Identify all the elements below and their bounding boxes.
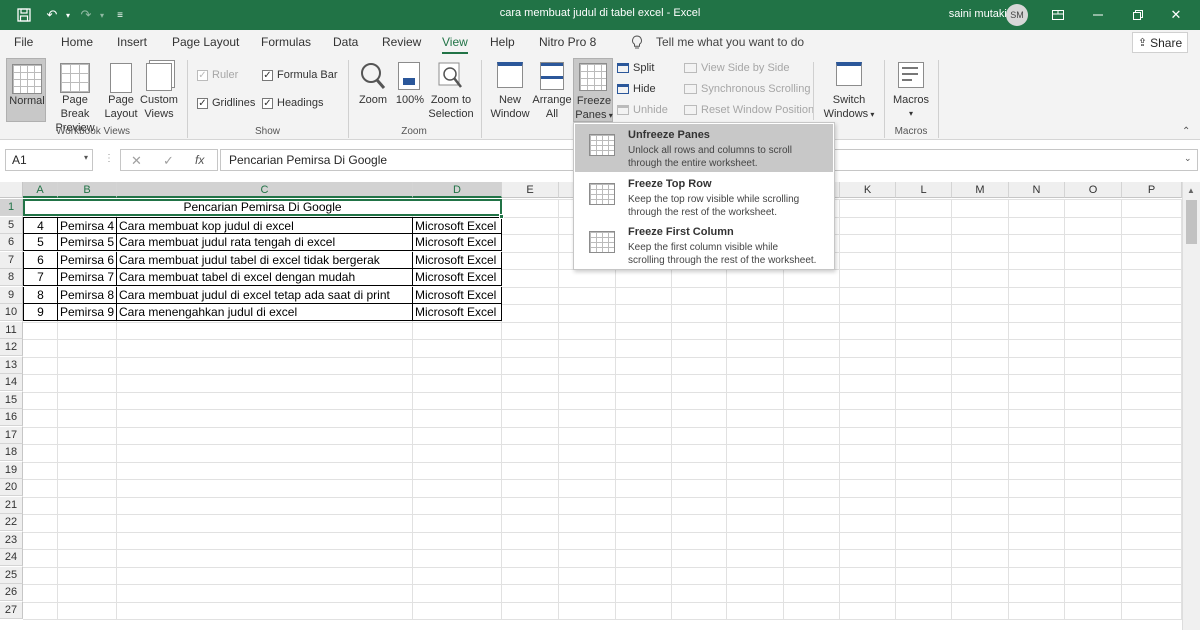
gridline-row [23, 619, 1182, 620]
gridline-col [1064, 199, 1065, 619]
column-header-b[interactable]: B [58, 182, 117, 198]
row-header-18[interactable]: 18 [0, 444, 23, 461]
fill-handle[interactable] [499, 214, 504, 219]
row-header-9[interactable]: 9 [0, 286, 23, 304]
table-cell-app[interactable]: Microsoft Excel [413, 216, 502, 234]
menu-item-desc-line1: Keep the top row visible while scrolling [628, 194, 800, 205]
table-cell-app[interactable]: Microsoft Excel [413, 304, 502, 321]
menu-item-title: Freeze Top Row [628, 178, 712, 190]
table-cell-no[interactable]: 9 [23, 304, 58, 321]
column-header-m[interactable]: M [952, 182, 1009, 198]
table-cell-no[interactable]: 6 [23, 251, 58, 269]
table-cell-viewer[interactable]: Pemirsa 8 [58, 286, 117, 304]
table-cell-viewer[interactable]: Pemirsa 4 [58, 216, 117, 234]
row-header-6[interactable]: 6 [0, 234, 23, 251]
menu-item-description: Keep the top row visible while scrolling… [628, 193, 828, 219]
column-header-k[interactable]: K [840, 182, 896, 198]
table-cell-query[interactable]: Cara membuat kop judul di excel [117, 216, 413, 234]
table-cell-app[interactable]: Microsoft Excel [413, 251, 502, 269]
row-header-21[interactable]: 21 [0, 496, 23, 514]
table-cell-query[interactable]: Cara menengahkan judul di excel [117, 304, 413, 321]
menu-item-desc-line2: through the entire worksheet. [628, 158, 758, 169]
menu-item-freeze-first-column[interactable]: Freeze First Column Keep the first colum… [575, 221, 833, 269]
column-header-l[interactable]: L [896, 182, 952, 198]
menu-item-unfreeze-panes[interactable]: Unfreeze Panes Unlock all rows and colum… [575, 124, 833, 172]
gridline-col [895, 199, 896, 619]
row-header-14[interactable]: 14 [0, 374, 23, 391]
worksheet-grid[interactable]: ABCDEFGHIJKLMNOP156789101112131415161718… [0, 0, 1200, 630]
table-cell-app[interactable]: Microsoft Excel [413, 269, 502, 286]
row-header-8[interactable]: 8 [0, 269, 23, 286]
row-header-24[interactable]: 24 [0, 549, 23, 566]
table-cell-viewer[interactable]: Pemirsa 6 [58, 251, 117, 269]
gridline-col [1008, 199, 1009, 619]
row-header-27[interactable]: 27 [0, 601, 23, 619]
column-header-p[interactable]: P [1122, 182, 1182, 198]
scrollbar-thumb[interactable] [1186, 200, 1197, 244]
gridline-col [1121, 199, 1122, 619]
vertical-scrollbar[interactable]: ▲ [1182, 182, 1200, 630]
table-cell-app[interactable]: Microsoft Excel [413, 286, 502, 304]
row-header-23[interactable]: 23 [0, 531, 23, 549]
table-cell-no[interactable]: 4 [23, 216, 58, 234]
freeze-top-row-icon [589, 183, 615, 205]
table-cell-query[interactable]: Cara membuat judul di excel tetap ada sa… [117, 286, 413, 304]
row-header-26[interactable]: 26 [0, 584, 23, 601]
row-header-17[interactable]: 17 [0, 426, 23, 444]
menu-item-title: Freeze First Column [628, 226, 734, 238]
column-header-a[interactable]: A [23, 182, 58, 198]
row-header-25[interactable]: 25 [0, 566, 23, 584]
row-header-10[interactable]: 10 [0, 304, 23, 321]
column-header-c[interactable]: C [117, 182, 413, 198]
gridline-col [951, 199, 952, 619]
menu-item-description: Keep the first column visible while scro… [628, 241, 828, 267]
table-cell-viewer[interactable]: Pemirsa 7 [58, 269, 117, 286]
scroll-up-icon[interactable]: ▲ [1187, 186, 1195, 195]
menu-item-desc-line2: scrolling through the rest of the worksh… [628, 255, 817, 266]
row-header-12[interactable]: 12 [0, 339, 23, 356]
column-header-e[interactable]: E [502, 182, 559, 198]
row-header-16[interactable]: 16 [0, 409, 23, 426]
menu-item-desc-line2: through the rest of the worksheet. [628, 207, 777, 218]
table-cell-query[interactable]: Cara membuat judul rata tengah di excel [117, 234, 413, 251]
row-header-15[interactable]: 15 [0, 391, 23, 409]
menu-item-desc-line1: Keep the first column visible while [628, 242, 779, 253]
row-header-13[interactable]: 13 [0, 356, 23, 374]
row-header-7[interactable]: 7 [0, 251, 23, 269]
gridline-col [839, 199, 840, 619]
row-header-5[interactable]: 5 [0, 216, 23, 234]
menu-item-desc-line1: Unlock all rows and columns to scroll [628, 145, 792, 156]
freeze-panes-menu: Unfreeze Panes Unlock all rows and colum… [573, 122, 835, 270]
column-header-o[interactable]: O [1065, 182, 1122, 198]
table-cell-no[interactable]: 5 [23, 234, 58, 251]
menu-item-freeze-top-row[interactable]: Freeze Top Row Keep the top row visible … [575, 173, 833, 221]
select-all-corner[interactable] [0, 182, 23, 198]
freeze-first-column-icon [589, 231, 615, 253]
table-title: Pencarian Pemirsa Di Google [183, 200, 342, 214]
row-header-19[interactable]: 19 [0, 461, 23, 479]
row-header-11[interactable]: 11 [0, 321, 23, 339]
table-cell-no[interactable]: 7 [23, 269, 58, 286]
menu-item-description: Unlock all rows and columns to scroll th… [628, 144, 828, 170]
table-cell-app[interactable]: Microsoft Excel [413, 234, 502, 251]
table-cell-query[interactable]: Cara membuat tabel di excel dengan mudah [117, 269, 413, 286]
row-header-20[interactable]: 20 [0, 479, 23, 496]
menu-item-title: Unfreeze Panes [628, 129, 710, 141]
row-header-22[interactable]: 22 [0, 514, 23, 531]
gridline-col [558, 199, 559, 619]
table-cell-query[interactable]: Cara membuat judul tabel di excel tidak … [117, 251, 413, 269]
table-cell-viewer[interactable]: Pemirsa 5 [58, 234, 117, 251]
row-header-1[interactable]: 1 [0, 199, 23, 216]
column-header-d[interactable]: D [413, 182, 502, 198]
unfreeze-panes-icon [589, 134, 615, 156]
table-cell-no[interactable]: 8 [23, 286, 58, 304]
column-header-n[interactable]: N [1009, 182, 1065, 198]
table-cell-viewer[interactable]: Pemirsa 9 [58, 304, 117, 321]
